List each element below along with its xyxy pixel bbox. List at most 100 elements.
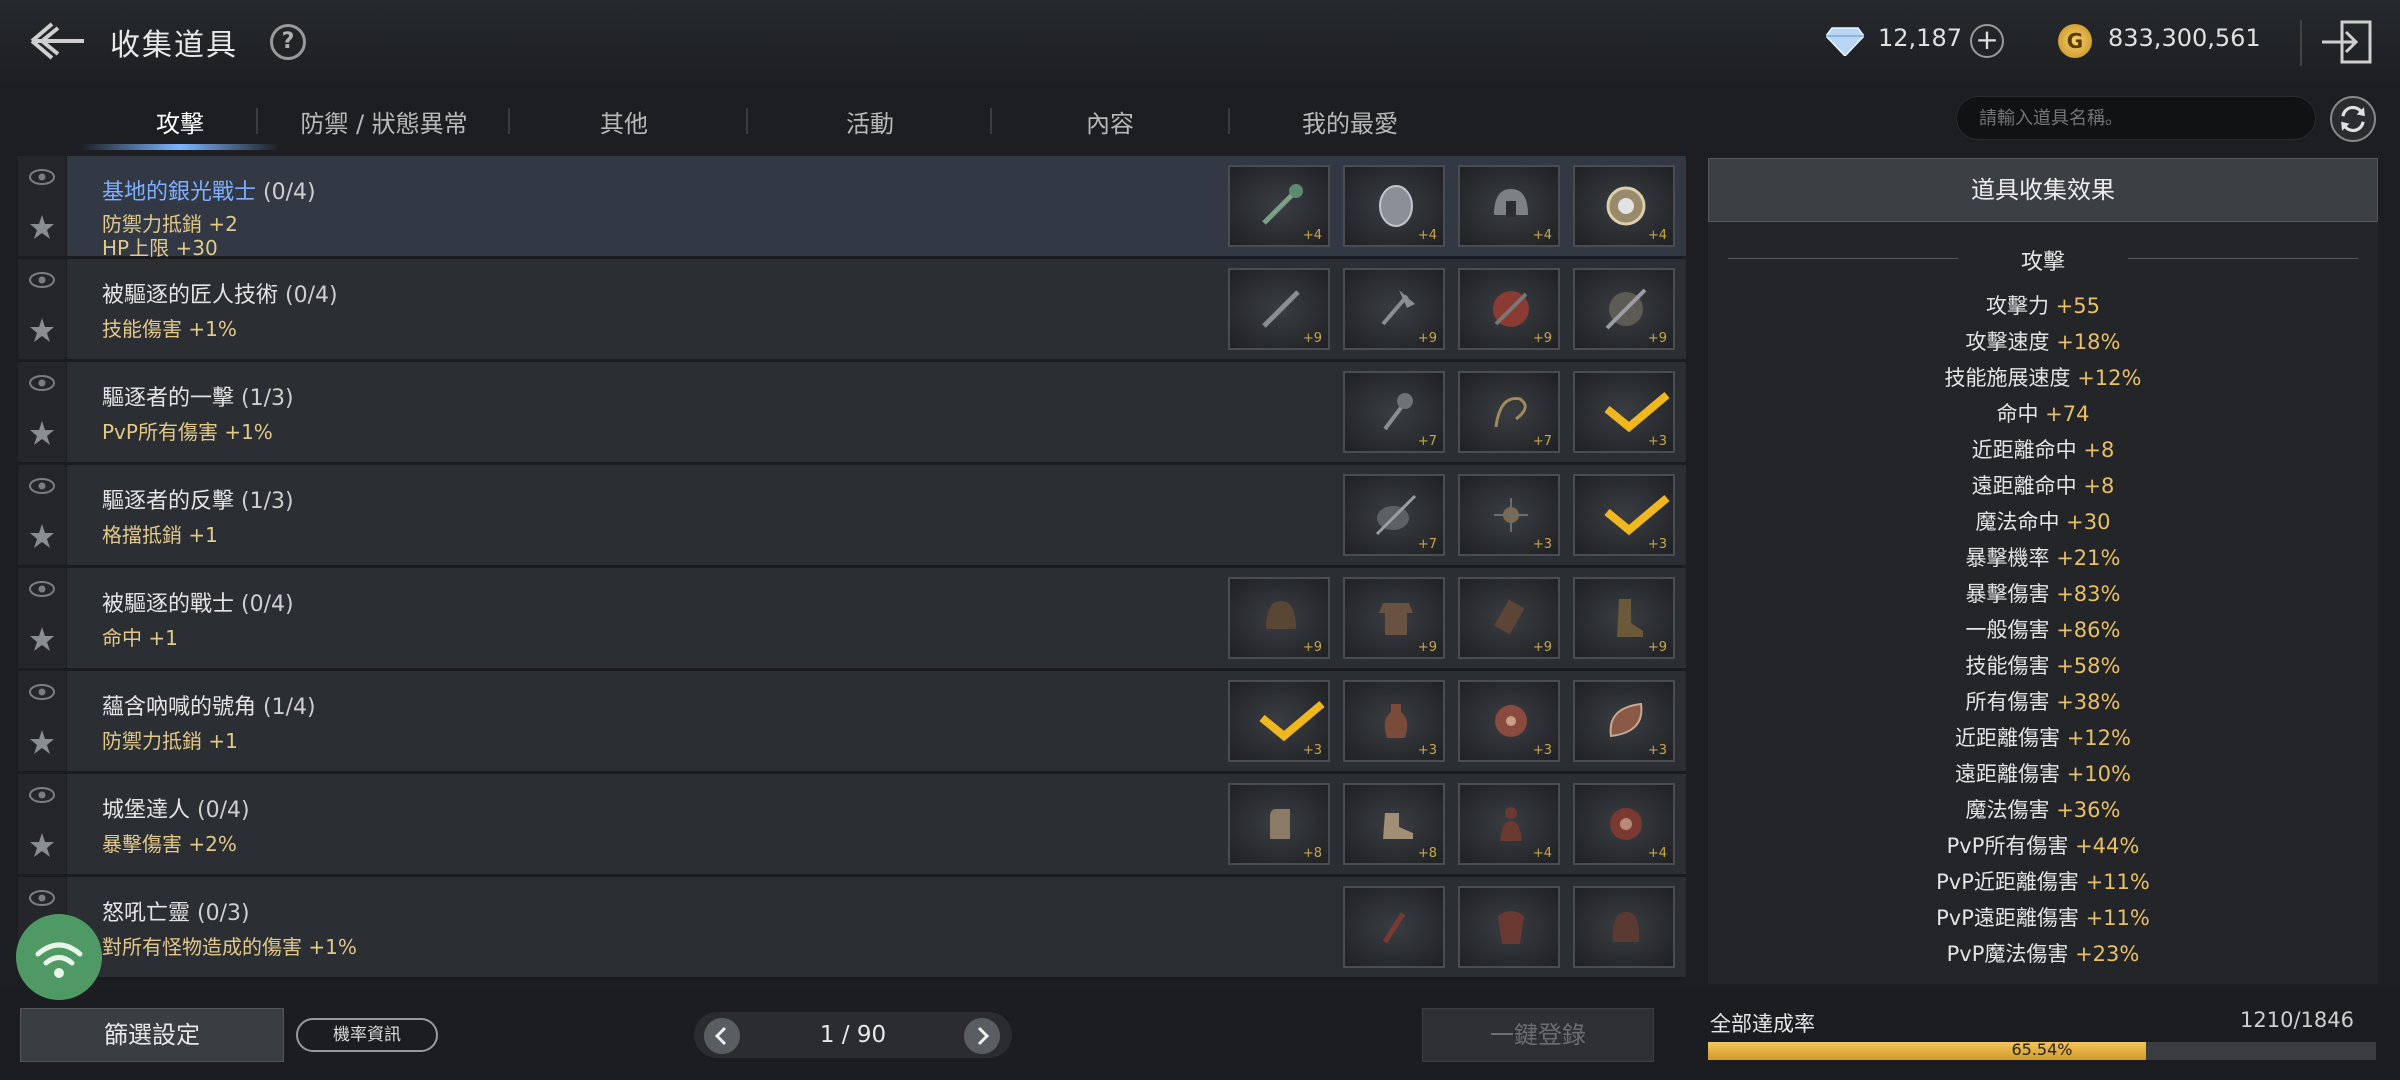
collection-title[interactable]: 被驅逐的匠人技術 (0/4) xyxy=(102,277,338,309)
item-slot[interactable]: +9 xyxy=(1228,577,1330,659)
stat-name: 命中 xyxy=(1996,402,2039,426)
round-shield-icon xyxy=(1493,291,1529,327)
eye-icon[interactable] xyxy=(29,683,55,701)
collection-name: 城堡達人 xyxy=(102,798,191,823)
tab-other[interactable]: 其他 xyxy=(524,104,724,144)
figure-icon xyxy=(1500,807,1522,841)
collection-row[interactable]: 城堡達人 (0/4) 暴擊傷害 +2% +8 +8 +4 +4 xyxy=(18,774,1686,877)
star-icon[interactable] xyxy=(29,832,55,858)
row-actions xyxy=(18,362,67,462)
collection-row[interactable]: 驅逐者的反擊 (1/3) 格擋抵銷 +1 +7 +3 +3 xyxy=(18,465,1686,568)
collection-row[interactable]: 驅逐者的一擊 (1/3) PvP所有傷害 +1% +7 +7 +3 xyxy=(18,362,1686,465)
collection-row[interactable]: 怒吼亡靈 (0/3) 對所有怪物造成的傷害 +1% xyxy=(18,877,1686,980)
helmet-icon xyxy=(1494,189,1528,217)
collection-effects-header[interactable]: 道具收集效果 xyxy=(1708,158,2378,222)
item-slot[interactable]: +8 xyxy=(1228,783,1330,865)
item-slot[interactable]: +9 xyxy=(1458,577,1560,659)
item-slot[interactable]: +9 xyxy=(1343,268,1445,350)
item-slot[interactable]: +7 xyxy=(1458,371,1560,453)
next-page-icon[interactable] xyxy=(964,1018,1000,1054)
item-slot[interactable]: +3 xyxy=(1573,680,1675,762)
collection-title[interactable]: 驅逐者的一擊 (1/3) xyxy=(102,380,294,412)
stat-line: 暴擊機率 +21% xyxy=(1708,542,2378,572)
stat-line: 近距離傷害 +12% xyxy=(1708,722,2378,752)
item-search-input[interactable] xyxy=(1956,96,2316,140)
tab-attack[interactable]: 攻擊 xyxy=(80,104,280,144)
top-bar xyxy=(0,0,2400,84)
item-slot[interactable]: +3 xyxy=(1458,474,1560,556)
star-icon[interactable] xyxy=(29,523,55,549)
collection-title[interactable]: 城堡達人 (0/4) xyxy=(102,792,250,824)
stat-value: +21% xyxy=(2056,546,2121,570)
collection-row[interactable]: 被驅逐的匠人技術 (0/4) 技能傷害 +1% +9 +9 +9 +9 xyxy=(18,259,1686,362)
eye-icon[interactable] xyxy=(29,889,55,907)
collection-row[interactable]: 基地的銀光戰士 (0/4) 防禦力抵銷 +2 HP上限 +30 +4 +4 +4… xyxy=(18,156,1686,260)
stat-value: +18% xyxy=(2056,330,2121,354)
refresh-icon[interactable] xyxy=(2330,96,2376,142)
tab-divider xyxy=(256,108,258,134)
item-slot[interactable]: +4 xyxy=(1573,165,1675,247)
eye-icon[interactable] xyxy=(29,477,55,495)
item-slot[interactable]: +4 xyxy=(1573,783,1675,865)
eye-icon[interactable] xyxy=(29,786,55,804)
item-slot[interactable]: +7 xyxy=(1343,474,1445,556)
tab-favorites[interactable]: 我的最愛 xyxy=(1250,104,1450,144)
eye-icon[interactable] xyxy=(29,271,55,289)
sword-icon xyxy=(1262,290,1300,328)
star-icon[interactable] xyxy=(29,317,55,343)
eye-icon[interactable] xyxy=(29,168,55,186)
wifi-icon[interactable] xyxy=(16,914,102,1000)
exit-icon[interactable] xyxy=(2318,18,2374,66)
item-slot[interactable] xyxy=(1573,886,1675,968)
eye-icon[interactable] xyxy=(29,374,55,392)
filter-settings-button[interactable]: 篩選設定 xyxy=(20,1008,284,1062)
star-icon[interactable] xyxy=(29,420,55,446)
star-icon[interactable] xyxy=(29,626,55,652)
item-slot[interactable]: +3 xyxy=(1343,680,1445,762)
probability-info-button[interactable]: 機率資訊 xyxy=(296,1018,438,1052)
item-slot[interactable]: +4 xyxy=(1343,165,1445,247)
tab-content[interactable]: 內容 xyxy=(1010,104,1210,144)
collection-list[interactable]: 基地的銀光戰士 (0/4) 防禦力抵銷 +2 HP上限 +30 +4 +4 +4… xyxy=(18,156,1686,984)
collection-title[interactable]: 驅逐者的反擊 (1/3) xyxy=(102,483,294,515)
item-slot[interactable] xyxy=(1458,886,1560,968)
item-slot[interactable]: +9 xyxy=(1228,268,1330,350)
tab-event[interactable]: 活動 xyxy=(770,104,970,144)
gold-count: 833,300,561 xyxy=(2108,24,2261,52)
help-icon[interactable]: ? xyxy=(270,24,306,60)
item-slot[interactable]: +4 xyxy=(1228,165,1330,247)
add-diamond-button[interactable]: + xyxy=(1970,24,2004,58)
item-slot[interactable]: +3 xyxy=(1228,680,1330,762)
collection-progress: (1/3) xyxy=(241,489,294,514)
tab-defense-status[interactable]: 防禦 / 狀態異常 xyxy=(264,104,504,144)
item-slot[interactable]: +9 xyxy=(1573,268,1675,350)
row-actions xyxy=(18,259,67,359)
item-slot[interactable]: +8 xyxy=(1343,783,1445,865)
item-slot[interactable]: +9 xyxy=(1458,268,1560,350)
star-icon[interactable] xyxy=(29,214,55,240)
prev-page-icon[interactable] xyxy=(704,1018,740,1054)
star-icon[interactable] xyxy=(29,729,55,755)
stat-value: +10% xyxy=(2066,762,2131,786)
back-arrow-icon[interactable] xyxy=(28,18,88,64)
row-actions xyxy=(18,774,67,874)
item-slot[interactable]: +3 xyxy=(1458,680,1560,762)
stat-value: +86% xyxy=(2056,618,2121,642)
collection-row[interactable]: 蘊含吶喊的號角 (1/4) 防禦力抵銷 +1 +3 +3 +3 +3 xyxy=(18,671,1686,774)
item-slot[interactable]: +9 xyxy=(1573,577,1675,659)
item-slot[interactable]: +4 xyxy=(1458,783,1560,865)
collection-title[interactable]: 基地的銀光戰士 (0/4) xyxy=(102,174,316,206)
item-slot[interactable]: +3 xyxy=(1573,474,1675,556)
eye-icon[interactable] xyxy=(29,580,55,598)
one-click-register-button[interactable]: 一鍵登錄 xyxy=(1422,1008,1654,1062)
item-slot[interactable]: +3 xyxy=(1573,371,1675,453)
item-slot[interactable]: +7 xyxy=(1343,371,1445,453)
collection-title[interactable]: 怒吼亡靈 (0/3) xyxy=(102,895,250,927)
item-slot[interactable]: +9 xyxy=(1343,577,1445,659)
collection-title[interactable]: 被驅逐的戰士 (0/4) xyxy=(102,586,294,618)
item-slot[interactable] xyxy=(1343,886,1445,968)
collection-title[interactable]: 蘊含吶喊的號角 (1/4) xyxy=(102,689,316,721)
item-slot[interactable]: +4 xyxy=(1458,165,1560,247)
collection-row[interactable]: 被驅逐的戰士 (0/4) 命中 +1 +9 +9 +9 +9 xyxy=(18,568,1686,671)
enhance-level: +4 xyxy=(1532,846,1552,861)
